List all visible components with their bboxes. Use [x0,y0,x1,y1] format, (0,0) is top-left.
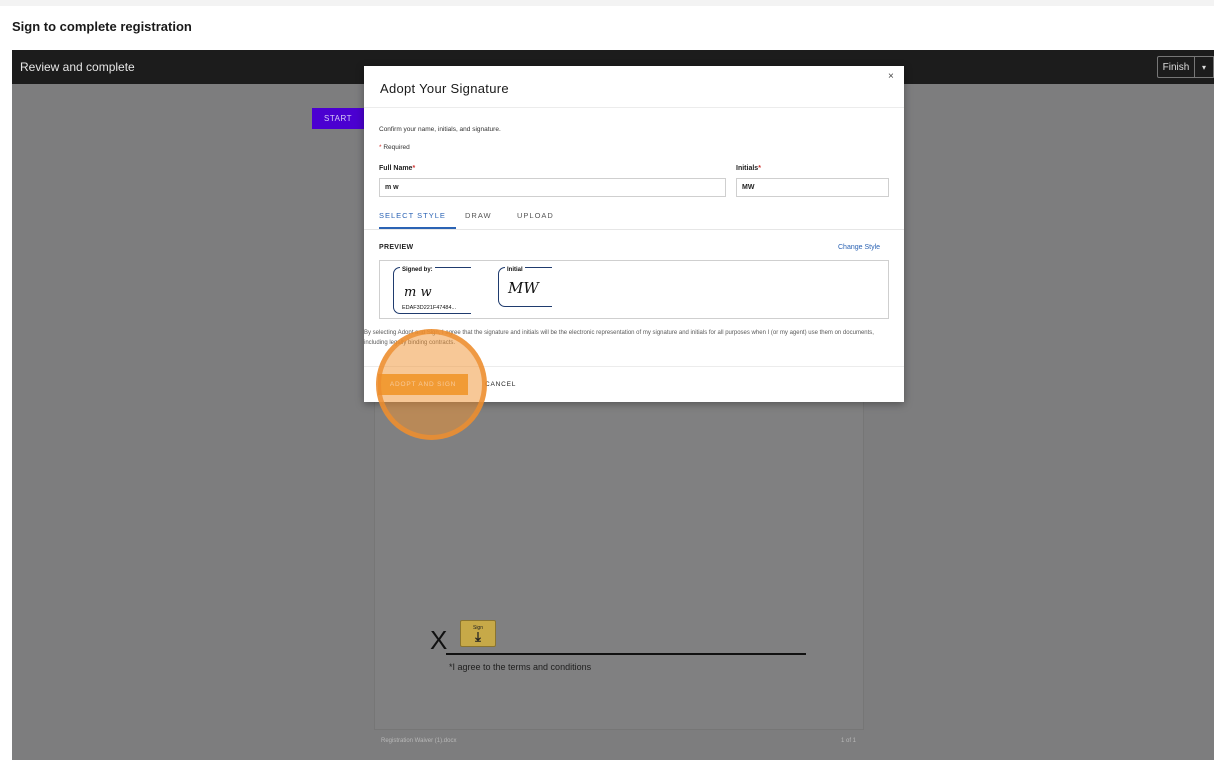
preview-label: PREVIEW [379,244,414,251]
sign-here-tab[interactable]: Sign ⤓ [460,620,496,647]
finish-options-button[interactable]: ▾ [1195,56,1214,78]
tab-select-style[interactable]: SELECT STYLE [379,211,446,220]
tab-upload[interactable]: UPLOAD [517,211,554,220]
signature-preview-frame: Signed by: m w EDAF3D221F47484... [393,267,471,314]
required-label: Required [381,144,410,151]
divider [364,107,904,108]
confirm-instructions: Confirm your name, initials, and signatu… [379,126,501,133]
required-note: * Required [379,144,410,151]
initials-preview-frame: Initial MW [498,267,552,307]
start-button[interactable]: START [312,108,364,129]
document-filename: Registration Waiver (1).docx [381,738,457,744]
initials-preview-text: MW [508,279,539,297]
legal-disclaimer: By selecting Adopt and Sign, I agree tha… [364,330,874,346]
finish-button[interactable]: Finish [1157,56,1195,78]
signature-preview: Signed by: m w EDAF3D221F47484... Initia… [379,260,889,319]
signature-preview-text: m w [404,285,432,300]
signature-x-mark: X [430,625,448,655]
initials-label: Initials* [736,165,761,172]
cancel-button[interactable]: CANCEL [485,381,516,388]
viewer-title: Review and complete [20,60,135,74]
adopt-signature-dialog: × Adopt Your Signature Confirm your name… [364,66,904,402]
full-name-label: Full Name* [379,165,416,172]
download-arrow-icon: ⤓ [475,628,481,644]
agree-terms-text: *I agree to the terms and conditions [449,662,592,672]
tab-draw[interactable]: DRAW [465,211,492,220]
change-style-link[interactable]: Change Style [838,244,880,251]
dialog-title: Adopt Your Signature [380,81,509,96]
initials-input[interactable]: MW [736,178,889,197]
initial-label: Initial [505,267,525,273]
divider [364,366,904,367]
document-page [374,370,864,730]
close-icon[interactable]: × [888,71,894,82]
chevron-down-icon: ▾ [1201,62,1206,72]
signature-line [446,653,806,655]
page-heading: Sign to complete registration [12,19,192,34]
top-strip [0,0,1214,6]
signed-by-label: Signed by: [400,267,435,273]
divider [364,229,904,230]
full-name-input[interactable]: m w [379,178,726,197]
signature-id: EDAF3D221F47484... [400,305,459,311]
page-counter: 1 of 1 [841,738,857,744]
adopt-and-sign-button[interactable]: ADOPT AND SIGN [378,374,468,395]
